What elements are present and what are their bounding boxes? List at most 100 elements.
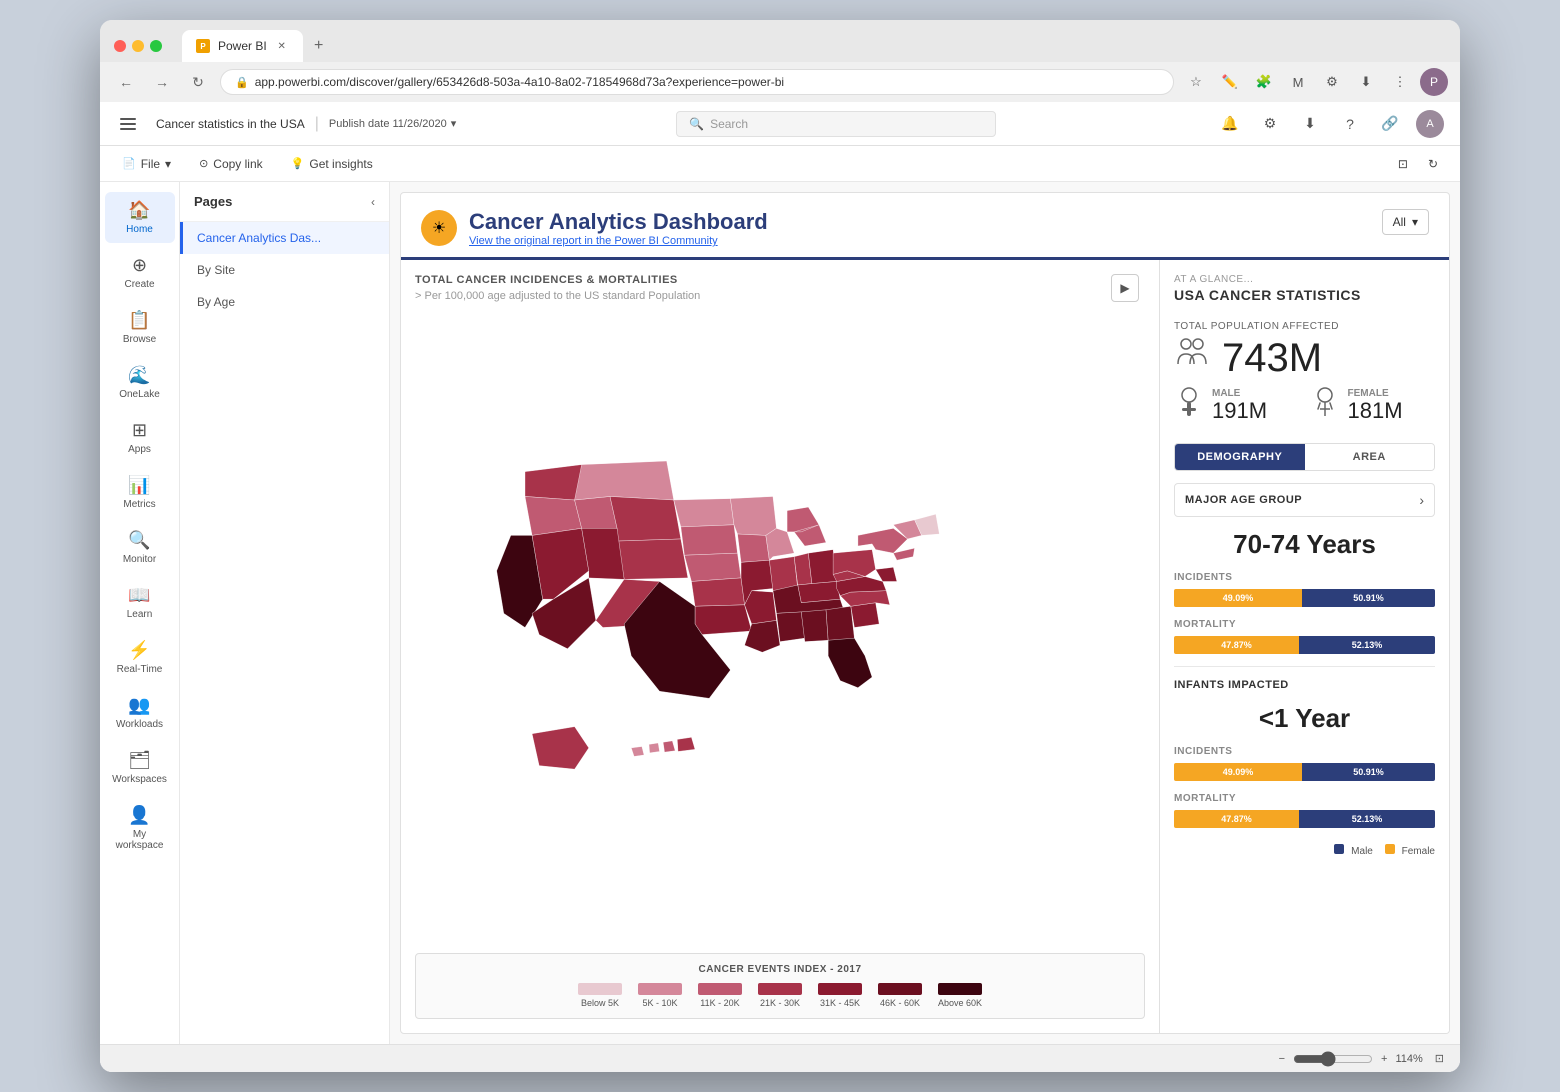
area-tab[interactable]: AREA [1305,444,1435,470]
state-nd[interactable] [674,499,734,527]
settings-icon[interactable]: ⚙ [1318,68,1346,96]
state-sd[interactable] [681,525,738,555]
legend-item-0: Below 5K [578,983,622,1008]
back-button[interactable]: ← [112,68,140,96]
edit-icon[interactable]: ✏️ [1216,68,1244,96]
state-ny[interactable] [858,528,908,553]
user-avatar[interactable]: A [1416,110,1444,138]
filter-dropdown[interactable]: All ▾ [1382,209,1429,235]
state-wy[interactable] [610,496,681,541]
sidebar-item-realtime[interactable]: ⚡ Real-Time [105,632,175,683]
infants-mortality-bar-orange: 47.87% [1174,810,1299,828]
state-hi-1[interactable] [631,747,644,757]
tab-close-button[interactable]: ✕ [275,39,289,53]
sidebar-item-learn[interactable]: 📖 Learn [105,577,175,628]
new-tab-button[interactable]: + [307,34,331,58]
mail-icon[interactable]: M [1284,68,1312,96]
fit-icon[interactable]: ⊡ [1435,1052,1444,1065]
sidebar-item-home[interactable]: 🏠 Home [105,192,175,243]
state-ky[interactable] [798,581,841,602]
sidebar-item-monitor[interactable]: 🔍 Monitor [105,522,175,573]
male-number: 191M [1212,399,1267,423]
sidebar-item-onelake[interactable]: 🌊 OneLake [105,357,175,408]
state-oh[interactable] [808,550,836,584]
bookmark-icon[interactable]: ☆ [1182,68,1210,96]
legend-color-4 [818,983,862,995]
state-sc[interactable] [851,603,879,628]
state-ut[interactable] [582,528,625,579]
state-hi-2[interactable] [649,743,660,753]
sidebar-item-workloads[interactable]: 👥 Workloads [105,687,175,738]
state-co[interactable] [617,539,688,579]
hamburger-menu[interactable] [116,114,140,134]
sidebar-item-myworkspace[interactable]: 👤 My workspace [105,797,175,859]
state-ks[interactable] [691,578,744,606]
zoom-plus-icon[interactable]: + [1381,1053,1387,1065]
state-mi[interactable] [787,507,826,546]
sidebar-item-metrics[interactable]: 📊 Metrics [105,467,175,518]
state-al[interactable] [801,610,828,642]
maximize-button[interactable] [150,40,162,52]
insights-button[interactable]: 💡 Get insights [285,154,379,174]
share-icon[interactable]: 🔗 [1376,110,1404,138]
nav-realtime-label: Real-Time [117,664,163,675]
forward-button[interactable]: → [148,68,176,96]
infants-incidents-stat-block: INCIDENTS 49.09% 50.91% [1174,746,1435,781]
nav-home-label: Home [126,224,153,235]
state-ok[interactable] [695,605,752,635]
sidebar-item-apps[interactable]: ⊞ Apps [105,412,175,463]
nav-browse-label: Browse [123,334,156,345]
state-fl[interactable] [828,638,872,688]
state-ms[interactable] [776,612,804,642]
state-ar[interactable] [745,591,777,624]
state-mn[interactable] [730,496,776,535]
state-ne[interactable] [684,553,741,581]
map-expand-button[interactable]: ▶ [1111,274,1139,302]
address-bar[interactable]: 🔒 app.powerbi.com/discover/gallery/65342… [220,69,1174,95]
page-item-cancer-dash[interactable]: Cancer Analytics Das... [180,222,389,254]
pop-gender-row: MALE 191M [1174,385,1435,427]
close-button[interactable] [114,40,126,52]
extensions-icon[interactable]: 🧩 [1250,68,1278,96]
minimize-button[interactable] [132,40,144,52]
sidebar-item-workspaces[interactable]: 🗂 Workspaces [105,742,175,793]
search-bar[interactable]: 🔍 Search [676,111,996,137]
demography-tab[interactable]: DEMOGRAPHY [1175,444,1305,470]
view-toggle-button[interactable]: ⊡ [1392,154,1414,174]
settings-icon-topbar[interactable]: ⚙ [1256,110,1284,138]
state-ia[interactable] [738,534,770,562]
sidebar-item-create[interactable]: ⊕ Create [105,247,175,298]
state-ak[interactable] [532,727,589,770]
zoom-slider[interactable] [1293,1051,1373,1067]
legend-item-3: 21K - 30K [758,983,802,1008]
more-icon[interactable]: ⋮ [1386,68,1414,96]
refresh-report-button[interactable]: ↻ [1422,154,1444,174]
create-icon: ⊕ [132,255,147,276]
refresh-button[interactable]: ↻ [184,68,212,96]
sidebar-item-browse[interactable]: 📋 Browse [105,302,175,353]
state-nj-de[interactable] [876,567,897,581]
notification-icon[interactable]: 🔔 [1216,110,1244,138]
state-pa[interactable] [833,550,876,577]
state-il[interactable] [769,557,797,591]
profile-avatar[interactable]: P [1420,68,1448,96]
usa-map-svg [440,415,1120,840]
page-item-by-age[interactable]: By Age [180,286,389,318]
browser-tab[interactable]: P Power BI ✕ [182,30,303,62]
state-hi-4[interactable] [677,737,695,751]
state-wi[interactable] [766,528,794,560]
download-icon-topbar[interactable]: ⬇ [1296,110,1324,138]
report-subtitle-link[interactable]: View the original report in the Power BI… [469,235,768,247]
browse-icon: 📋 [128,310,150,331]
dropdown-arrow-icon[interactable]: ▾ [451,117,457,130]
age-group-header[interactable]: MAJOR AGE GROUP › [1174,483,1435,517]
download-icon[interactable]: ⬇ [1352,68,1380,96]
state-hi-3[interactable] [663,741,675,752]
help-icon[interactable]: ? [1336,110,1364,138]
file-button[interactable]: 📄 File ▾ [116,154,177,174]
page-item-by-site[interactable]: By Site [180,254,389,286]
copy-link-button[interactable]: ⊙ Copy link [193,154,269,174]
zoom-minus-icon[interactable]: − [1279,1053,1285,1065]
state-mt[interactable] [575,461,674,500]
pages-collapse-button[interactable]: ‹ [371,195,375,209]
